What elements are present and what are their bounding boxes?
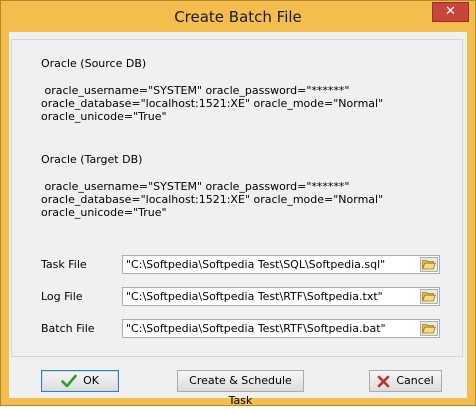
batch-file-value: "C:\Softpedia\Softpedia Test\RTF\Softped… <box>126 322 386 335</box>
check-icon <box>61 374 77 388</box>
log-file-label: Log File <box>41 290 83 303</box>
log-file-browse-button[interactable] <box>420 289 438 304</box>
close-icon: ✕ <box>445 4 456 19</box>
target-params-line: oracle_username="SYSTEM" oracle_password… <box>41 180 350 193</box>
task-file-browse-button[interactable] <box>420 257 438 272</box>
batch-file-label: Batch File <box>41 322 95 335</box>
target-db-params: oracle_username="SYSTEM" oracle_password… <box>41 180 383 219</box>
task-file-label: Task File <box>41 258 87 271</box>
ok-button[interactable]: OK <box>41 370 119 392</box>
source-db-params: oracle_username="SYSTEM" oracle_password… <box>41 84 383 123</box>
window-title: Create Batch File <box>174 8 302 26</box>
log-file-input[interactable]: "C:\Softpedia\Softpedia Test\RTF\Softped… <box>122 287 440 306</box>
settings-panel: Oracle (Source DB) oracle_username="SYST… <box>11 39 463 357</box>
batch-file-browse-button[interactable] <box>420 321 438 336</box>
close-button[interactable]: ✕ <box>432 2 469 22</box>
folder-open-icon <box>422 324 436 334</box>
source-params-line: oracle_unicode="True" <box>41 110 167 123</box>
source-db-heading: Oracle (Source DB) <box>41 57 147 70</box>
cancel-label: Cancel <box>396 374 434 387</box>
folder-open-icon <box>422 292 436 302</box>
title-bar[interactable]: Create Batch File ✕ <box>1 1 475 32</box>
create-schedule-task-button[interactable]: Create & Schedule Task <box>177 370 304 407</box>
dialog-window: Create Batch File ✕ Oracle (Source DB) o… <box>0 0 476 407</box>
ok-label: OK <box>83 374 99 387</box>
target-params-line: oracle_database="localhost:1521:XE" orac… <box>41 193 384 206</box>
batch-file-input[interactable]: "C:\Softpedia\Softpedia Test\RTF\Softped… <box>122 319 440 338</box>
dialog-body: Oracle (Source DB) oracle_username="SYST… <box>9 32 467 407</box>
log-file-value: "C:\Softpedia\Softpedia Test\RTF\Softped… <box>126 290 383 303</box>
source-params-line: oracle_username="SYSTEM" oracle_password… <box>41 84 350 97</box>
task-file-input[interactable]: "C:\Softpedia\Softpedia Test\SQL\Softped… <box>122 255 440 274</box>
task-file-value: "C:\Softpedia\Softpedia Test\SQL\Softped… <box>126 258 386 271</box>
source-params-line: oracle_database="localhost:1521:XE" orac… <box>41 97 384 110</box>
create-schedule-label: Create & Schedule Task <box>189 374 292 407</box>
target-params-line: oracle_unicode="True" <box>41 206 167 219</box>
cancel-button[interactable]: Cancel <box>369 370 442 392</box>
x-icon <box>378 375 390 387</box>
target-db-heading: Oracle (Target DB) <box>41 153 143 166</box>
folder-open-icon <box>422 260 436 270</box>
